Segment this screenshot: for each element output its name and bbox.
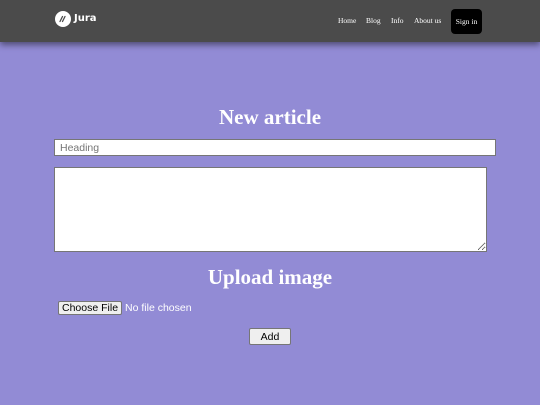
choose-file-button[interactable]: Choose File <box>58 301 123 315</box>
file-picker: Choose File No file chosen <box>58 301 192 315</box>
brand-logo[interactable]: Jura <box>55 10 97 27</box>
upload-image-title: Upload image <box>207 265 333 289</box>
nav-link-blog[interactable]: Blog <box>366 16 381 25</box>
file-status-text: No file chosen <box>125 302 192 314</box>
brand-name: Jura <box>74 13 97 24</box>
nav-link-home[interactable]: Home <box>338 16 356 25</box>
article-body-textarea[interactable] <box>54 167 487 252</box>
sign-in-button[interactable]: Sign in <box>451 9 482 34</box>
add-button[interactable]: Add <box>249 328 291 345</box>
heading-input[interactable] <box>54 139 496 156</box>
top-navbar: Jura Home Blog Info About us Sign in <box>0 0 540 42</box>
slash-mark-icon <box>55 10 71 27</box>
page-title: New article <box>218 105 322 129</box>
nav-link-info[interactable]: Info <box>391 16 404 25</box>
nav-link-about-us[interactable]: About us <box>414 16 441 25</box>
